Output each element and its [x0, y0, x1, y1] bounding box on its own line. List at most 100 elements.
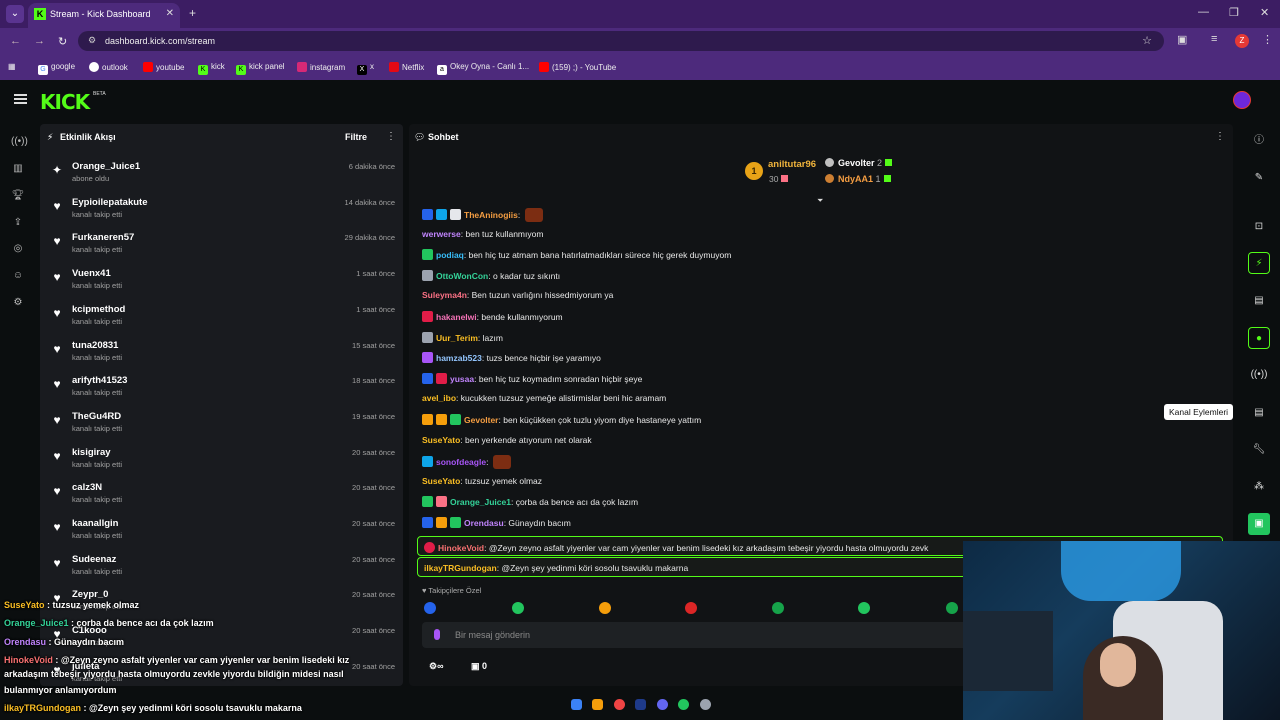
- chat-username[interactable]: hamzab523: [436, 353, 482, 363]
- emote-icon[interactable]: [512, 602, 524, 614]
- bookmark-x[interactable]: Xx: [357, 62, 374, 75]
- windows-start-icon[interactable]: [571, 699, 582, 710]
- activity-item[interactable]: ♥ Vuenx41 kanalı takip etti 1 saat önce: [40, 261, 403, 297]
- upload-icon[interactable]: ⇪: [11, 217, 25, 228]
- file-explorer-icon[interactable]: [592, 699, 603, 710]
- back-icon[interactable]: ←: [10, 35, 21, 47]
- activity-item[interactable]: ♥ calz3N kanalı takip etti 20 saat önce: [40, 475, 403, 511]
- bookmark-netflix[interactable]: Netflix: [389, 62, 424, 72]
- chat-bubble-icon[interactable]: ●: [1248, 327, 1270, 349]
- activity-username[interactable]: Furkaneren57: [72, 232, 134, 243]
- chat-username[interactable]: Orange_Juice1: [450, 497, 511, 507]
- chat-username[interactable]: OttoWonCon: [436, 271, 488, 281]
- activity-item[interactable]: ♥ TheGu4RD kanalı takip etti 19 saat önce: [40, 404, 403, 440]
- chat-username[interactable]: SuseYato: [422, 476, 460, 486]
- trophy-icon[interactable]: 🏆︎: [11, 190, 25, 201]
- activity-username[interactable]: kisigiray: [72, 447, 111, 458]
- bookmark-youtube-2[interactable]: (159) ;) - YouTube: [539, 62, 616, 72]
- activity-username[interactable]: TheGu4RD: [72, 411, 121, 422]
- steam-icon[interactable]: [635, 699, 646, 710]
- document-icon[interactable]: ▤: [1248, 290, 1270, 312]
- activity-item[interactable]: ♥ tuna20831 kanalı takip etti 15 saat önce: [40, 333, 403, 369]
- profile-avatar[interactable]: Z: [1235, 34, 1249, 48]
- chat-username[interactable]: sonofdeagle: [436, 457, 486, 467]
- chat-username[interactable]: Gevolter: [464, 415, 499, 425]
- activity-username[interactable]: arifyth41523: [72, 375, 127, 386]
- bookmark-kick[interactable]: Kkick: [198, 62, 225, 75]
- scan-icon[interactable]: ⊡: [1248, 216, 1270, 238]
- expand-pinned-icon[interactable]: ⏷: [817, 196, 823, 206]
- bookmark-youtube[interactable]: youtube: [143, 62, 184, 72]
- scan-icon[interactable]: ◎: [11, 243, 25, 254]
- leaderboard-first-name[interactable]: aniltutar96: [768, 159, 816, 170]
- activity-item[interactable]: ♥ kcipmethod kanalı takip etti 1 saat önce: [40, 297, 403, 333]
- bookmark-star-icon[interactable]: ☆: [1142, 34, 1152, 47]
- close-window-icon[interactable]: ✕: [1260, 6, 1269, 19]
- leaderboard-third[interactable]: NdyAA1 1: [825, 174, 891, 184]
- minimize-icon[interactable]: —: [1198, 6, 1209, 18]
- activity-username[interactable]: kcipmethod: [72, 304, 125, 315]
- gift-count[interactable]: ▣ 0: [471, 661, 487, 672]
- lightning-icon[interactable]: ⚡︎: [1248, 252, 1270, 274]
- activity-item[interactable]: ♥ arifyth41523 kanalı takip etti 18 saat ön…: [40, 368, 403, 404]
- wrench-icon[interactable]: 🔧︎: [1248, 439, 1270, 461]
- activity-item[interactable]: ♥ Eypioilepatakute kanalı takip etti 14 dak…: [40, 190, 403, 226]
- live-icon[interactable]: ((•)): [1248, 364, 1270, 386]
- chat-username[interactable]: yusaa: [450, 374, 474, 384]
- channel-actions-icon[interactable]: ▤: [1248, 402, 1270, 424]
- live-icon[interactable]: ((•)): [11, 136, 28, 147]
- activity-username[interactable]: tuna20831: [72, 340, 118, 351]
- chat-username[interactable]: Uur_Terim: [436, 333, 478, 343]
- restore-icon[interactable]: ❐: [1229, 6, 1239, 19]
- close-tab-icon[interactable]: ✕: [166, 8, 174, 19]
- url-field[interactable]: ⚙ dashboard.kick.com/stream ☆: [78, 31, 1164, 51]
- activity-username[interactable]: Eypioilepatakute: [72, 197, 148, 208]
- user-avatar[interactable]: [1233, 91, 1251, 109]
- chat-settings-icon[interactable]: ⚙∞: [429, 661, 443, 672]
- reload-icon[interactable]: ↻: [58, 35, 67, 48]
- activity-username[interactable]: Sudeenaz: [72, 554, 116, 565]
- emote-icon[interactable]: [599, 602, 611, 614]
- chat-username[interactable]: TheAninogiis: [464, 210, 518, 220]
- activity-item[interactable]: ♥ kisigiray kanalı takip etti 20 saat önce: [40, 440, 403, 476]
- kick-logo[interactable]: KICK: [40, 90, 90, 114]
- chat-username[interactable]: avel_ibo: [422, 393, 456, 403]
- browser-tab[interactable]: K Stream - Kick Dashboard ✕: [28, 3, 180, 28]
- emote-icon[interactable]: [424, 602, 436, 614]
- chart-icon[interactable]: ▥: [11, 163, 25, 174]
- chat-username[interactable]: hakanelwi: [436, 312, 477, 322]
- spotify-icon[interactable]: [678, 699, 689, 710]
- chat-username[interactable]: Suleyma4n: [422, 290, 467, 300]
- activity-username[interactable]: Orange_Juice1: [72, 161, 140, 172]
- users-icon[interactable]: ☺: [11, 270, 25, 281]
- info-icon[interactable]: ⓘ: [1248, 130, 1270, 152]
- chrome-icon[interactable]: [614, 699, 625, 710]
- emote-icon[interactable]: [685, 602, 697, 614]
- bookmark-instagram[interactable]: instagram: [297, 62, 345, 72]
- bookmark-okey[interactable]: a Okey Oyna - Canlı 1...: [437, 62, 529, 75]
- activity-username[interactable]: calz3N: [72, 482, 102, 493]
- tab-search-button[interactable]: ⌄: [6, 5, 24, 23]
- filter-button[interactable]: Filtre: [345, 132, 367, 142]
- activity-item[interactable]: ♥ Furkaneren57 kanalı takip etti 29 dakika …: [40, 225, 403, 261]
- discord-icon[interactable]: [657, 699, 668, 710]
- settings-gear-icon[interactable]: ⚙: [11, 297, 25, 308]
- share-icon[interactable]: ⁂: [1248, 476, 1270, 498]
- emote-icon[interactable]: [858, 602, 870, 614]
- activity-username[interactable]: kaanallgin: [72, 518, 118, 529]
- activity-more-icon[interactable]: ⋮: [386, 131, 396, 142]
- settings-icon[interactable]: [700, 699, 711, 710]
- new-tab-button[interactable]: +: [189, 6, 196, 20]
- forward-icon[interactable]: →: [34, 35, 45, 47]
- browser-menu-icon[interactable]: ⋮: [1262, 33, 1273, 46]
- extensions-icon[interactable]: ▣: [1177, 33, 1187, 46]
- bookmark-kick-panel[interactable]: Kkick panel: [236, 62, 285, 75]
- emote-icon[interactable]: [772, 602, 784, 614]
- site-info-icon[interactable]: ⚙: [88, 35, 96, 46]
- chat-username[interactable]: Orendasu: [464, 518, 504, 528]
- leaderboard-second[interactable]: Gevolter 2: [825, 158, 893, 168]
- bookmark-google[interactable]: Ggoogle: [38, 62, 75, 75]
- app-icon[interactable]: ▣: [1248, 513, 1270, 535]
- hamburger-menu-icon[interactable]: [14, 94, 27, 104]
- chat-more-icon[interactable]: ⋮: [1215, 131, 1225, 142]
